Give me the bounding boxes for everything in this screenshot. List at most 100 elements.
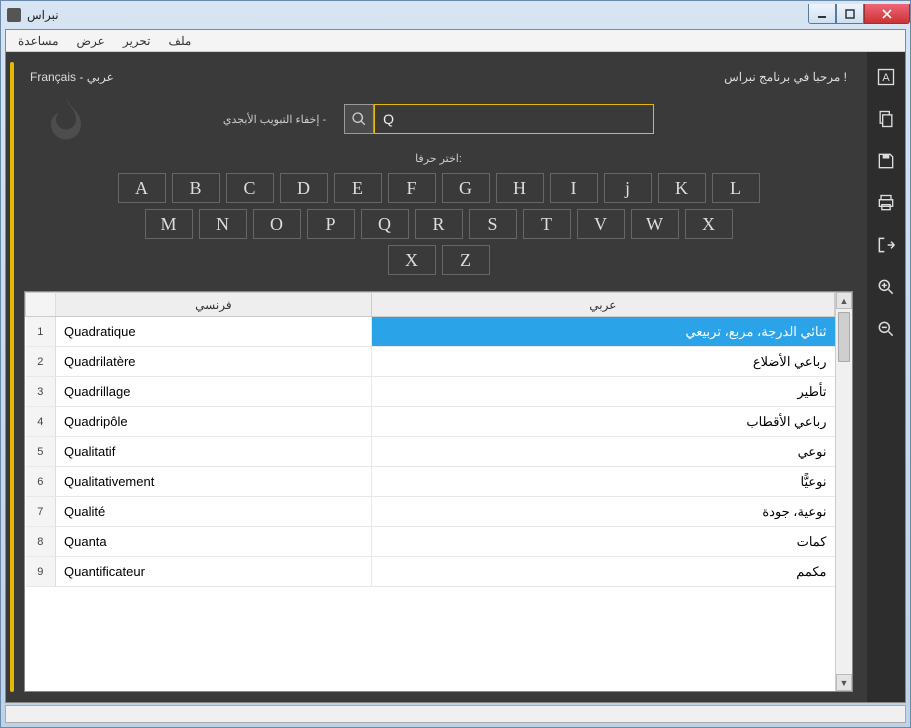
exit-icon [876,235,896,255]
search-button[interactable] [344,104,374,134]
table-row[interactable]: 6Qualitativementنوعيًّا [26,467,835,497]
alpha-btn-t[interactable]: T [523,209,571,239]
search-row: إخفاء التبويب الأبجدي - [24,104,853,134]
choose-letter-label: اختر حرفا: [24,152,853,165]
window-frame: نبراس ملف تحرير عرض مساعدة Français [0,0,911,728]
window-title: نبراس [27,8,59,22]
alpha-btn-h[interactable]: H [496,173,544,203]
table-row[interactable]: 7Qualitéنوعية، جودة [26,497,835,527]
row-num: 1 [26,317,56,347]
print-icon [876,193,896,213]
sidebar-print-button[interactable] [875,192,897,214]
sidebar-copy-button[interactable] [875,108,897,130]
cell-fr: Qualitativement [56,467,372,497]
alpha-btn-q[interactable]: Q [361,209,409,239]
alpha-btn-x[interactable]: X [685,209,733,239]
alpha-btn-f[interactable]: F [388,173,436,203]
sidebar-zoom-in-button[interactable] [875,276,897,298]
alpha-btn-z[interactable]: Z [442,245,490,275]
vertical-scrollbar[interactable]: ▲ ▼ [835,292,852,691]
table-row[interactable]: 8Quantaكمات [26,527,835,557]
alpha-btn-s[interactable]: S [469,209,517,239]
search-icon [351,111,367,127]
search-input[interactable] [374,104,654,134]
row-num: 5 [26,437,56,467]
lang-fr[interactable]: Français [30,70,76,84]
table-row[interactable]: 1Quadratiqueثنائي الدرجة، مربع، تربيعي [26,317,835,347]
accent-stripe [10,62,14,692]
menu-help[interactable]: مساعدة [18,34,59,48]
minimize-button[interactable] [808,4,836,24]
row-num: 7 [26,497,56,527]
language-switcher[interactable]: Français - عربي [30,70,114,84]
alpha-btn-a[interactable]: A [118,173,166,203]
menu-edit[interactable]: تحرير [123,34,151,48]
alpha-row-3: XZ [388,245,490,275]
row-num: 8 [26,527,56,557]
hide-alpha-link[interactable]: إخفاء التبويب الأبجدي - [223,113,326,126]
sidebar-letter-a-button[interactable]: A [875,66,897,88]
alpha-btn-r[interactable]: R [415,209,463,239]
alpha-btn-o[interactable]: O [253,209,301,239]
alpha-btn-d[interactable]: D [280,173,328,203]
alpha-btn-w[interactable]: W [631,209,679,239]
menu-view[interactable]: عرض [77,34,105,48]
alpha-btn-b[interactable]: B [172,173,220,203]
alpha-btn-j[interactable]: j [604,173,652,203]
col-ar-header[interactable]: عربي [371,293,834,317]
alpha-btn-v[interactable]: V [577,209,625,239]
sidebar-exit-button[interactable] [875,234,897,256]
alpha-btn-g[interactable]: G [442,173,490,203]
alpha-btn-k[interactable]: K [658,173,706,203]
zoom-out-icon [876,319,896,339]
sidebar-save-button[interactable] [875,150,897,172]
app-area: ملف تحرير عرض مساعدة Français - عربي مرح… [5,29,906,703]
table-row[interactable]: 2Quadrilatèreرباعي الأضلاع [26,347,835,377]
alpha-btn-e[interactable]: E [334,173,382,203]
alpha-btn-p[interactable]: P [307,209,355,239]
cell-ar: تأطير [371,377,834,407]
alpha-btn-i[interactable]: I [550,173,598,203]
cell-fr: Quadripôle [56,407,372,437]
scroll-down-icon[interactable]: ▼ [836,674,852,691]
letter-a-icon: A [876,67,896,87]
cell-ar: كمات [371,527,834,557]
cell-fr: Quadratique [56,317,372,347]
cell-fr: Quadrilatère [56,347,372,377]
cell-ar: رباعي الأضلاع [371,347,834,377]
cell-ar: نوعية، جودة [371,497,834,527]
row-num: 9 [26,557,56,587]
sidebar: A [867,52,905,702]
dark-area: Français - عربي مرحبا في برنامج نبراس ! … [6,52,905,702]
close-button[interactable] [864,4,910,24]
cell-fr: Qualitatif [56,437,372,467]
cell-fr: Quantificateur [56,557,372,587]
lang-ar[interactable]: عربي [87,70,114,84]
scroll-up-icon[interactable]: ▲ [836,292,852,309]
app-logo [36,92,96,152]
table-row[interactable]: 5Qualitatifنوعي [26,437,835,467]
menu-file[interactable]: ملف [169,34,192,48]
col-fr-header[interactable]: فرنسي [56,293,372,317]
alpha-btn-l[interactable]: L [712,173,760,203]
titlebar: نبراس [1,1,910,29]
table-scroll[interactable]: فرنسي عربي 1Quadratiqueثنائي الدرجة، مرب… [25,292,835,691]
alphabet-grid: ABCDEFGHIjKL MNOPQRSTVWX XZ [24,173,853,275]
main-panel: Français - عربي مرحبا في برنامج نبراس ! … [6,52,867,702]
alpha-btn-x[interactable]: X [388,245,436,275]
cell-ar: نوعيًّا [371,467,834,497]
alpha-btn-m[interactable]: M [145,209,193,239]
sidebar-zoom-out-button[interactable] [875,318,897,340]
table-body: 1Quadratiqueثنائي الدرجة، مربع، تربيعي2Q… [26,317,835,587]
table-row[interactable]: 4Quadripôleرباعي الأقطاب [26,407,835,437]
maximize-button[interactable] [836,4,864,24]
statusbar [5,705,906,723]
scroll-thumb[interactable] [838,312,850,362]
svg-text:A: A [882,72,890,84]
alpha-btn-c[interactable]: C [226,173,274,203]
table-row[interactable]: 3Quadrillageتأطير [26,377,835,407]
save-icon [876,151,896,171]
table-row[interactable]: 9Quantificateurمكمم [26,557,835,587]
alpha-btn-n[interactable]: N [199,209,247,239]
row-num: 6 [26,467,56,497]
